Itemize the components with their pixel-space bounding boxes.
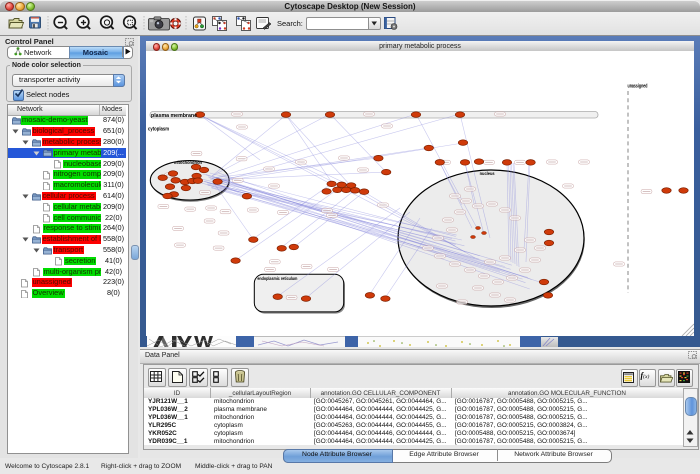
svg-text:cytoplasm: cytoplasm bbox=[148, 127, 169, 133]
svg-text:unassigned: unassigned bbox=[628, 84, 648, 90]
svg-text:mitochondrion: mitochondrion bbox=[174, 160, 202, 166]
svg-text:nucleus: nucleus bbox=[480, 171, 495, 177]
svg-text:endoplasmic reticulum: endoplasmic reticulum bbox=[257, 276, 297, 281]
svg-text:plasma membrane: plasma membrane bbox=[151, 113, 197, 119]
